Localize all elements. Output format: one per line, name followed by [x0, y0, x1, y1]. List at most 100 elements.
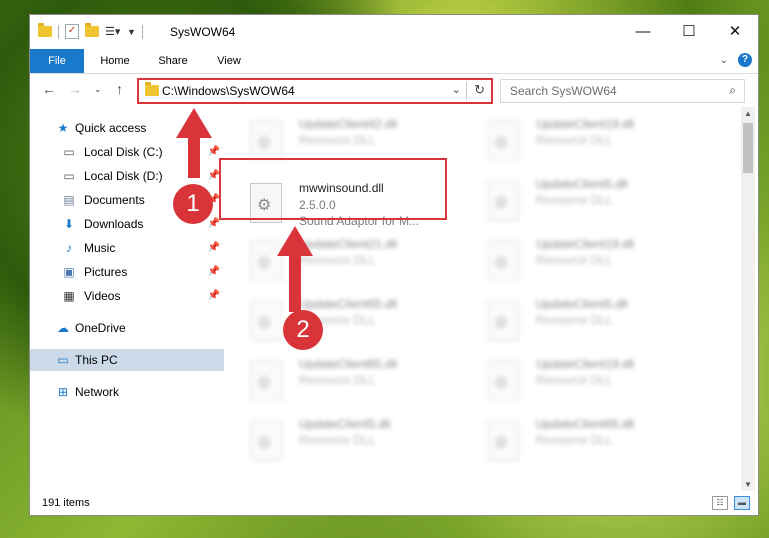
- list-item[interactable]: UpdateClient19.dll Resource DLL: [487, 237, 697, 289]
- large-icons-view-icon[interactable]: ▬: [734, 496, 750, 510]
- list-item[interactable]: UpdateClient65.dll Resource DLL: [487, 417, 697, 469]
- file-name: UpdateClient19.dll: [536, 237, 635, 251]
- sidebar-item-label: Quick access: [75, 121, 147, 135]
- pictures-icon: ▣: [63, 265, 75, 279]
- pin-icon[interactable]: 📌: [208, 266, 220, 277]
- ribbon-tabs: File Home Share View ⌄ ?: [30, 49, 758, 74]
- up-arrow-icon[interactable]: ↑: [116, 81, 123, 97]
- sidebar-item-music[interactable]: ♪ Music 📌: [30, 237, 224, 259]
- file-name: UpdateClient65.dll: [536, 417, 635, 431]
- sidebar-item-pictures[interactable]: ▣ Pictures 📌: [30, 261, 224, 283]
- list-item[interactable]: UpdateClient21.dll Resource DLL: [250, 237, 460, 289]
- item-count: 191 items: [42, 497, 90, 509]
- sidebar-item-quick-access[interactable]: ★ Quick access: [30, 117, 224, 139]
- sidebar-item-label: This PC: [75, 353, 118, 367]
- documents-icon: ▤: [63, 193, 75, 207]
- dll-file-icon: [487, 421, 519, 461]
- drive-icon: ▭: [63, 145, 75, 159]
- list-item[interactable]: UpdateClient5.dll Resource DLL: [487, 177, 697, 229]
- separator: [466, 82, 467, 100]
- sidebar-item-label: Downloads: [84, 217, 144, 231]
- pin-icon[interactable]: 📌: [208, 290, 220, 301]
- close-button[interactable]: ✕: [712, 15, 758, 49]
- dll-file-icon: [250, 361, 282, 401]
- new-folder-icon[interactable]: [85, 23, 99, 37]
- refresh-icon[interactable]: ↻: [474, 82, 485, 98]
- status-bar: 191 items ☷ ▬: [30, 491, 758, 515]
- search-input[interactable]: Search SysWOW64 ⌕: [500, 79, 745, 103]
- maximize-button[interactable]: ☐: [666, 15, 712, 49]
- help-icon[interactable]: ?: [738, 53, 752, 67]
- tab-share[interactable]: Share: [146, 49, 200, 73]
- tab-home[interactable]: Home: [90, 49, 140, 73]
- dll-file-icon: [250, 421, 282, 461]
- file-description: Resource DLL: [536, 193, 613, 207]
- list-item[interactable]: UpdateClient5.dll Resource DLL: [487, 297, 697, 349]
- sidebar-item-label: Network: [75, 385, 120, 399]
- file-description: Resource DLL: [536, 433, 613, 447]
- file-description: Resource DLL: [299, 373, 376, 387]
- pin-icon[interactable]: 📌: [208, 242, 220, 253]
- sidebar-item-videos[interactable]: ▦ Videos 📌: [30, 285, 224, 307]
- file-name: UpdateClient5.dll: [299, 417, 391, 431]
- folder-icon: [38, 23, 52, 37]
- explorer-window: ✓ ☰▾ ▼ SysWOW64 — ☐ ✕ File Home Share Vi…: [30, 15, 758, 515]
- file-name: UpdateClient19.dll: [536, 117, 635, 131]
- scrollbar-thumb[interactable]: [743, 123, 753, 173]
- list-item[interactable]: UpdateClient65.dll Resource DLL: [250, 297, 460, 349]
- details-view-icon[interactable]: ☷: [712, 496, 728, 510]
- list-item[interactable]: UpdateClient5.dll Resource DLL: [250, 417, 460, 469]
- file-highlight-box: [219, 158, 447, 220]
- sidebar-item-this-pc[interactable]: ▭ This PC: [30, 349, 224, 371]
- title-bar: ✓ ☰▾ ▼ SysWOW64 — ☐ ✕: [30, 15, 758, 49]
- scroll-down-icon[interactable]: ▼: [744, 480, 752, 489]
- file-name: UpdateClient42.dll: [299, 117, 398, 131]
- sidebar-item-onedrive[interactable]: ☁ OneDrive: [30, 317, 224, 339]
- file-name: UpdateClient65.dll: [299, 297, 398, 311]
- address-bar[interactable]: C:\Windows\SysWOW64 ⌄ ↻: [137, 78, 493, 104]
- search-icon[interactable]: ⌕: [729, 83, 736, 98]
- tab-file[interactable]: File: [30, 49, 84, 73]
- address-row: ← → ⌄ ↑ C:\Windows\SysWOW64 ⌄ ↻ Search S…: [30, 74, 758, 106]
- step-badge-1: 1: [173, 184, 213, 224]
- forward-arrow-icon[interactable]: →: [68, 81, 82, 97]
- minimize-button[interactable]: —: [620, 15, 666, 49]
- videos-icon: ▦: [63, 289, 75, 303]
- dll-file-icon: [250, 241, 282, 281]
- properties-check-icon[interactable]: ✓: [65, 24, 79, 39]
- file-description: Resource DLL: [536, 253, 613, 267]
- sidebar-item-local-disk-c[interactable]: ▭ Local Disk (C:) 📌: [30, 141, 224, 163]
- file-description: Resource DLL: [299, 433, 376, 447]
- address-dropdown-icon[interactable]: ⌄: [452, 83, 461, 96]
- dll-file-icon: [487, 121, 519, 161]
- customize-toolbar-icon[interactable]: ☰▾: [105, 26, 121, 38]
- sidebar-item-label: Local Disk (C:): [84, 145, 163, 159]
- sidebar-item-label: Videos: [84, 289, 121, 303]
- tab-view[interactable]: View: [206, 49, 252, 73]
- list-item[interactable]: UpdateClient65.dll Resource DLL: [250, 357, 460, 409]
- recent-locations-icon[interactable]: ⌄: [94, 84, 102, 95]
- sidebar-item-label: Documents: [84, 193, 145, 207]
- file-description: Resource DLL: [536, 373, 613, 387]
- network-icon: ⊞: [57, 385, 69, 399]
- file-description: Resource DLL: [299, 253, 376, 267]
- file-description: Resource DLL: [536, 313, 613, 327]
- address-path[interactable]: C:\Windows\SysWOW64: [162, 84, 295, 98]
- vertical-scrollbar[interactable]: ▲ ▼: [741, 107, 755, 491]
- dll-file-icon: [487, 301, 519, 341]
- quick-access-dropdown-icon[interactable]: ▼: [127, 27, 136, 37]
- list-item[interactable]: UpdateClient19.dll Resource DLL: [487, 117, 697, 169]
- file-description: Resource DLL: [536, 133, 613, 147]
- folder-icon: [145, 82, 159, 96]
- drive-icon: ▭: [63, 169, 75, 183]
- expand-ribbon-icon[interactable]: ⌄: [720, 55, 728, 66]
- back-arrow-icon[interactable]: ←: [42, 81, 56, 97]
- sidebar-item-label: Pictures: [84, 265, 128, 279]
- file-description: Resource DLL: [299, 133, 376, 147]
- file-name: UpdateClient19.dll: [536, 357, 635, 371]
- sidebar-item-network[interactable]: ⊞ Network: [30, 381, 224, 403]
- list-item[interactable]: UpdateClient19.dll Resource DLL: [487, 357, 697, 409]
- pin-icon[interactable]: 📌: [208, 146, 220, 157]
- dll-file-icon: [250, 301, 282, 341]
- scroll-up-icon[interactable]: ▲: [744, 109, 752, 118]
